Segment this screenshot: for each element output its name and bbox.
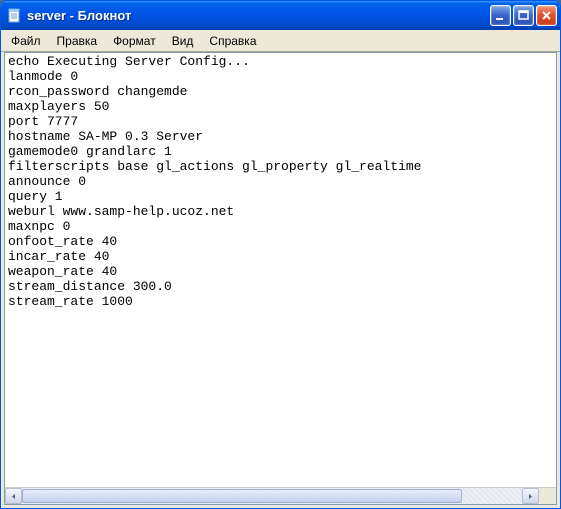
menu-file[interactable]: Файл	[3, 32, 49, 50]
close-button[interactable]	[536, 5, 557, 26]
scroll-left-button[interactable]	[5, 488, 22, 504]
notepad-icon	[7, 8, 23, 24]
text-editor[interactable]: echo Executing Server Config... lanmode …	[5, 53, 556, 487]
minimize-button[interactable]	[490, 5, 511, 26]
window-controls	[490, 5, 557, 26]
scroll-track[interactable]	[22, 488, 522, 504]
window-title: server - Блокнот	[27, 8, 490, 23]
menu-edit[interactable]: Правка	[49, 32, 106, 50]
maximize-button[interactable]	[513, 5, 534, 26]
scroll-thumb[interactable]	[22, 489, 462, 503]
menu-view[interactable]: Вид	[164, 32, 202, 50]
client-area: echo Executing Server Config... lanmode …	[4, 52, 557, 505]
menu-help[interactable]: Справка	[201, 32, 264, 50]
horizontal-scrollbar[interactable]	[5, 487, 556, 504]
scroll-corner	[539, 488, 556, 504]
titlebar[interactable]: server - Блокнот	[1, 1, 560, 30]
menubar: Файл Правка Формат Вид Справка	[1, 30, 560, 52]
notepad-window: server - Блокнот Файл Правка Формат Вид …	[0, 0, 561, 509]
menu-format[interactable]: Формат	[105, 32, 164, 50]
scroll-right-button[interactable]	[522, 488, 539, 504]
